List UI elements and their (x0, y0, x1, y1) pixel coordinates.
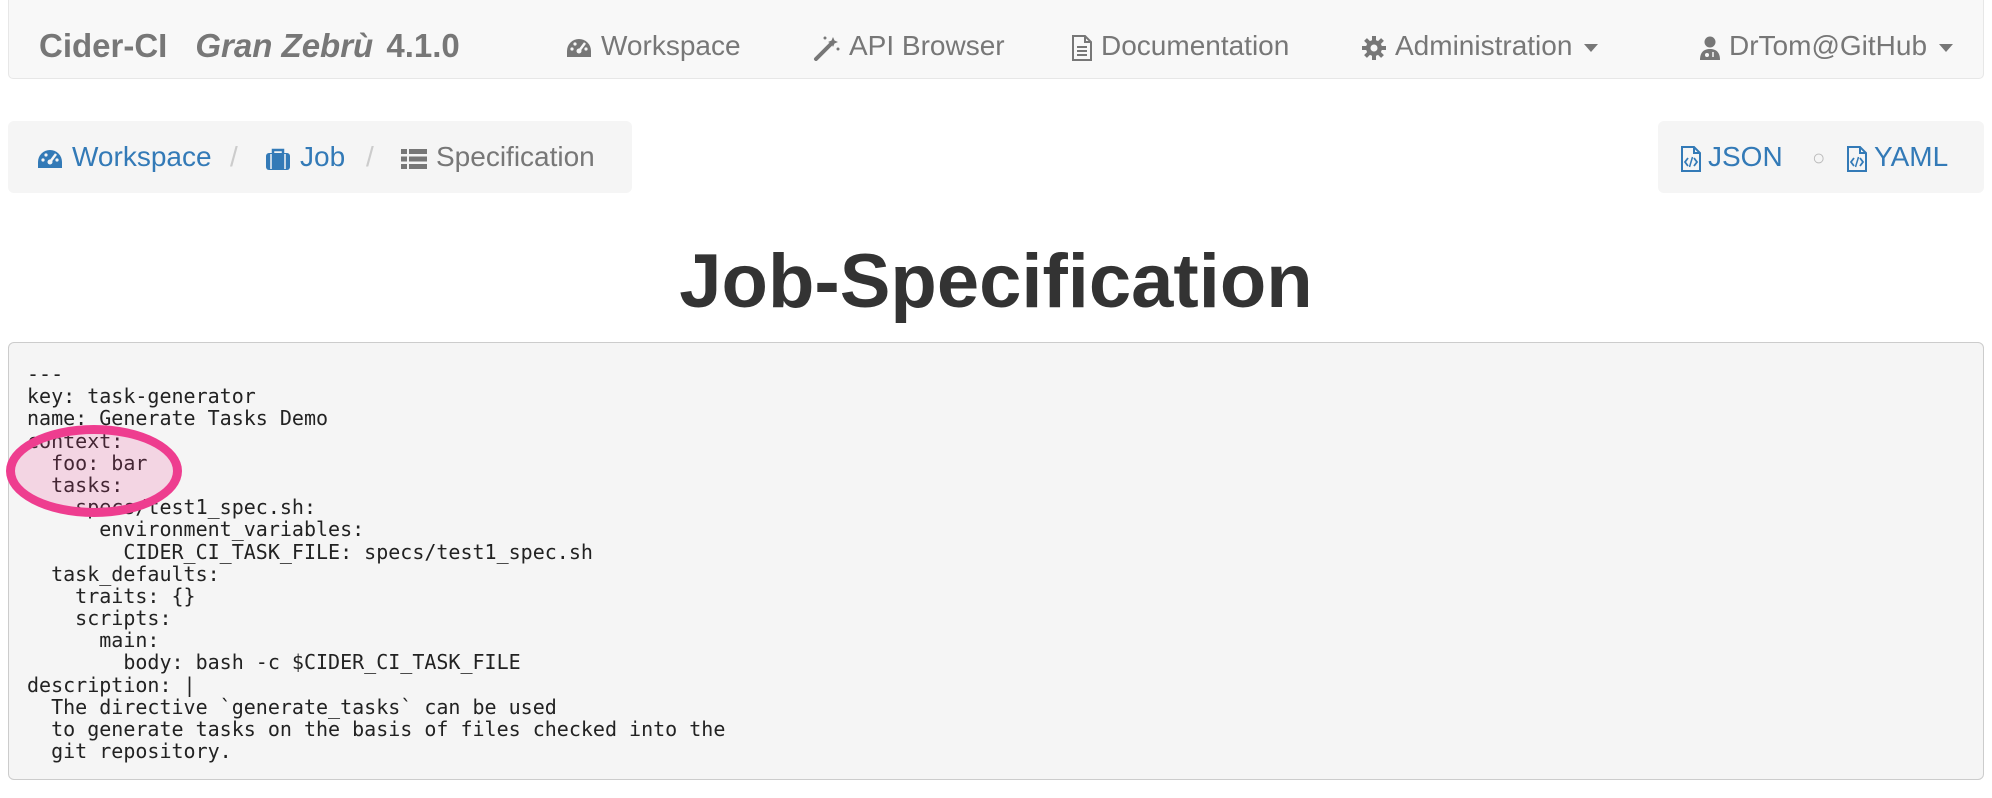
json-link[interactable]: JSON (1680, 139, 1783, 175)
yaml-label: YAML (1874, 141, 1949, 172)
code-line: main: (27, 628, 160, 653)
chevron-down-icon (1939, 43, 1954, 52)
top-navbar: Cider-CI Gran Zebrù 4.1.0 Workspace API B… (8, 0, 1984, 79)
nav-item-label: Workspace (601, 30, 741, 61)
code-line: description: | (27, 672, 196, 697)
brand-link[interactable]: Cider-CI Gran Zebrù 4.1.0 (39, 28, 460, 64)
magic-wand-icon (813, 35, 841, 61)
code-line: task_defaults: (27, 561, 220, 586)
code-line: traits: {} (27, 583, 196, 608)
nav-item-label: Administration (1395, 30, 1573, 61)
yaml-link[interactable]: YAML (1846, 139, 1948, 175)
release-name: Gran Zebrù (195, 27, 374, 64)
code-line: name: Generate Tasks Demo (27, 406, 329, 431)
nav-item-administration[interactable]: Administration (1361, 28, 1599, 64)
list-icon (400, 147, 428, 171)
code-line: The directive `generate_tasks` can be us… (27, 694, 557, 719)
user-name: DrTom@GitHub (1729, 30, 1928, 61)
code-line: environment_variables: (27, 517, 365, 542)
breadcrumb-job[interactable]: Job (264, 139, 345, 175)
breadcrumb-label: Specification (436, 141, 595, 172)
code-line: to generate tasks on the basis of files … (27, 717, 726, 741)
code-lines: --- key: task-generator name: Generate T… (27, 362, 726, 764)
code-line: scripts: (27, 606, 172, 631)
document-icon (1071, 34, 1093, 62)
gear-icon (1361, 35, 1387, 61)
breadcrumb-separator: / (366, 141, 374, 172)
nav-item-label: API Browser (849, 30, 1005, 61)
code-file-icon (1680, 145, 1702, 173)
format-separator: ○ (1812, 145, 1826, 170)
nav-item-documentation[interactable]: Documentation (1071, 28, 1289, 64)
code-file-icon (1846, 145, 1868, 173)
code-line: CIDER_CI_TASK_FILE: specs/test1_spec.sh (27, 539, 593, 564)
chevron-down-icon (1584, 43, 1599, 52)
nav-item-label: Documentation (1101, 30, 1290, 61)
brand-name: Cider-CI (39, 27, 168, 64)
page-title: Job-Specification (679, 239, 1313, 324)
briefcase-icon (264, 147, 292, 171)
nav-item-workspace[interactable]: Workspace (565, 28, 741, 64)
version-label: 4.1.0 (386, 27, 460, 64)
format-switch: JSON ○ YAML (1658, 121, 1984, 193)
nav-item-api-browser[interactable]: API Browser (813, 28, 1005, 64)
breadcrumb: Workspace / Job / Specification (8, 121, 632, 193)
breadcrumb-label: Job (300, 141, 346, 172)
dashboard-icon (565, 36, 593, 60)
code-line: --- (27, 362, 64, 386)
json-label: JSON (1708, 141, 1783, 172)
specification-code-block: --- key: task-generator name: Generate T… (8, 342, 1984, 780)
breadcrumb-specification: Specification (400, 139, 595, 175)
breadcrumb-workspace[interactable]: Workspace (36, 139, 212, 175)
dashboard-icon (36, 147, 64, 171)
user-doctor-icon (1699, 35, 1721, 61)
code-line: key: task-generator (27, 384, 256, 409)
breadcrumb-separator: / (230, 141, 238, 172)
code-line: body: bash -c $CIDER_CI_TASK_FILE (27, 650, 521, 675)
breadcrumb-label: Workspace (72, 141, 212, 172)
user-menu[interactable]: DrTom@GitHub (1699, 28, 1954, 64)
code-line: git repository. (27, 739, 232, 764)
highlight-ellipse (6, 425, 182, 517)
